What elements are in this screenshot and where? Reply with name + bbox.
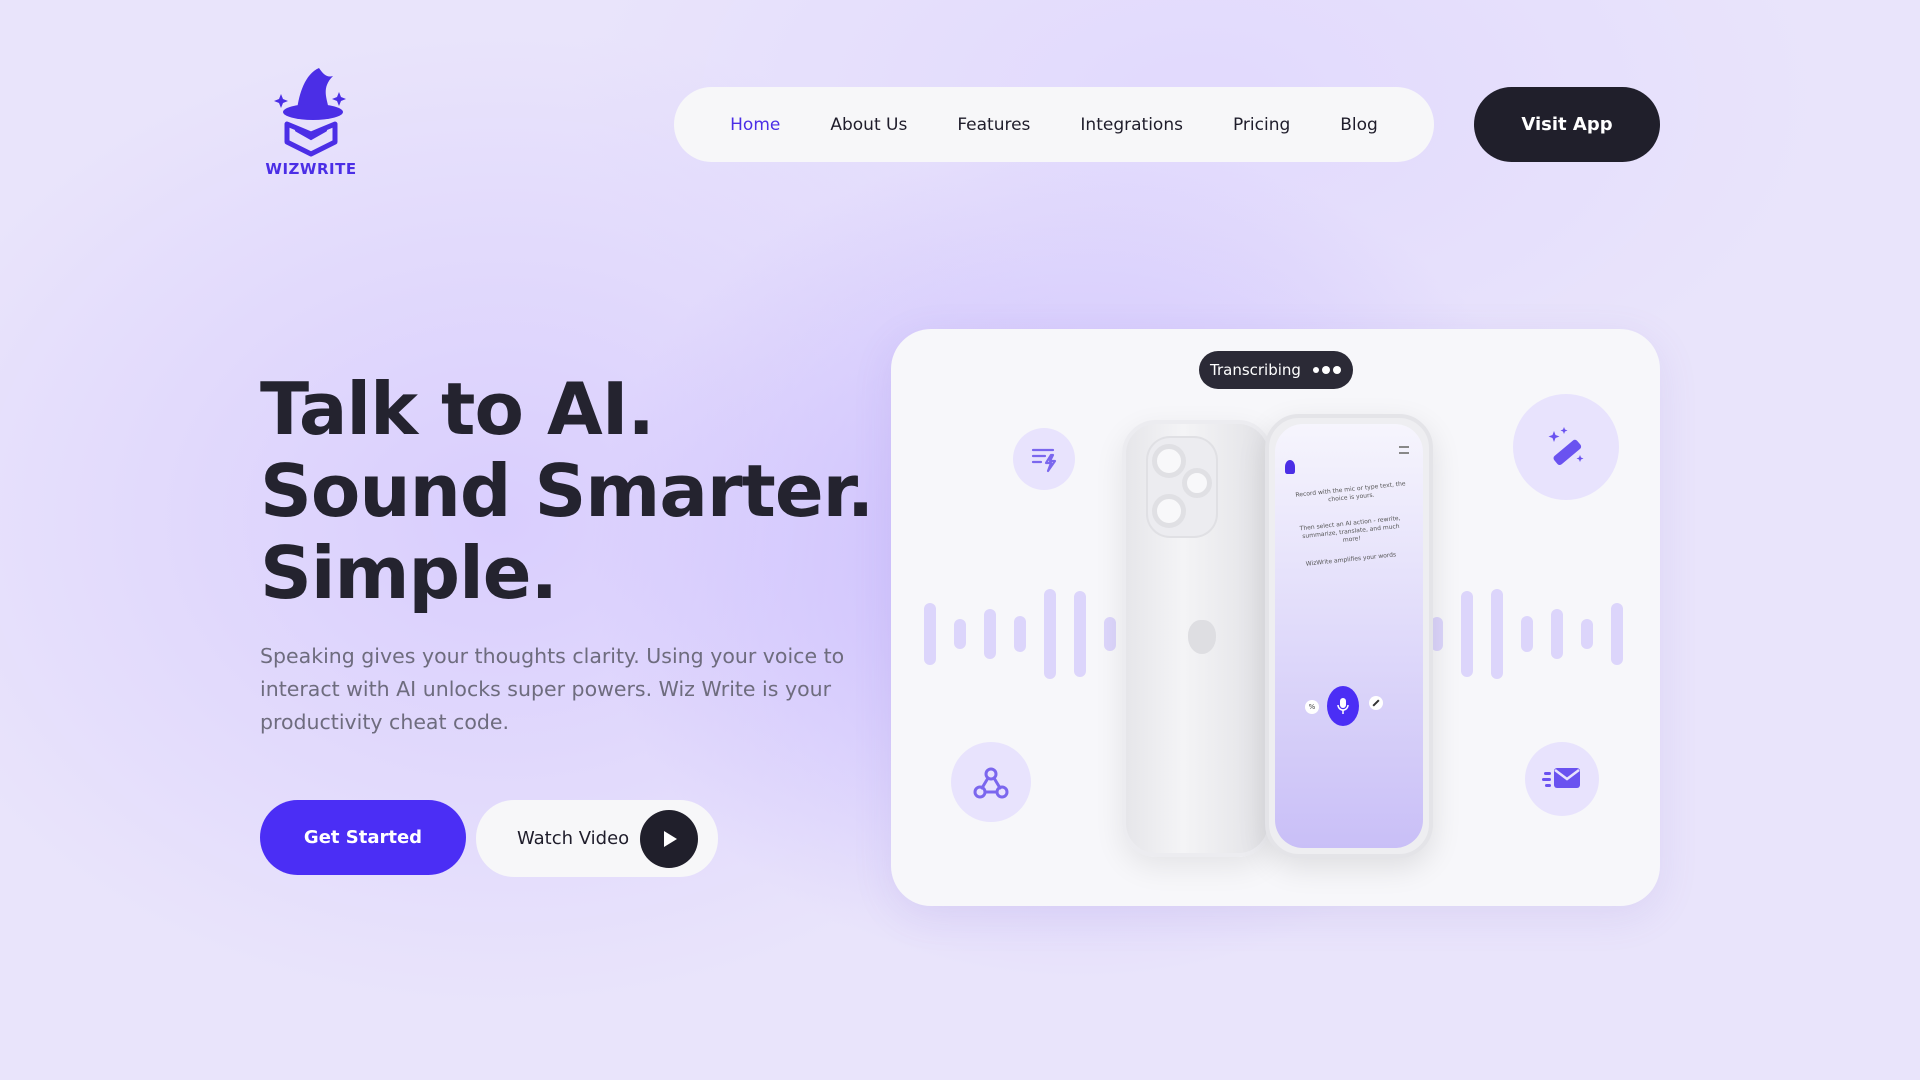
nav-home[interactable]: Home — [705, 115, 805, 135]
phone-text-2: Then select an AI action - rewrite, summ… — [1299, 514, 1401, 544]
phone-screen: Record with the mic or type text, the ch… — [1275, 424, 1423, 848]
hero-title-line: Sound Smarter. — [260, 449, 874, 533]
webhook-icon — [951, 742, 1031, 822]
hero-title-line: Talk to AI. — [260, 367, 655, 451]
fast-mail-icon — [1525, 742, 1599, 816]
sound-bar — [924, 603, 936, 665]
sound-bar — [1014, 616, 1026, 652]
phone-back — [1122, 420, 1272, 857]
microphone-icon — [1337, 698, 1349, 714]
sound-bar — [1521, 616, 1533, 652]
sound-bar — [1074, 591, 1086, 677]
brand-logo[interactable]: WIZWRITE — [264, 64, 358, 184]
sound-bar — [954, 619, 966, 649]
mic-button — [1327, 686, 1359, 726]
camera-lens — [1152, 444, 1186, 478]
typing-dots-icon — [1312, 366, 1341, 374]
brand-name: WIZWRITE — [265, 160, 357, 178]
camera-lens — [1152, 494, 1186, 528]
camera-bump — [1146, 436, 1218, 538]
percent-icon: % — [1305, 700, 1319, 714]
apple-logo-icon — [1188, 620, 1216, 654]
play-icon — [640, 810, 698, 868]
sound-bar — [1461, 591, 1473, 677]
status-pill: Transcribing — [1199, 351, 1353, 389]
magic-wand-icon — [1513, 394, 1619, 500]
phone-front: Record with the mic or type text, the ch… — [1265, 414, 1433, 858]
wizard-app-icon — [1285, 460, 1295, 474]
hero-subtitle: Speaking gives your thoughts clarity. Us… — [260, 644, 845, 734]
sound-bar — [1551, 609, 1563, 659]
get-started-button[interactable]: Get Started — [260, 800, 466, 875]
sound-bar — [1491, 589, 1503, 679]
hero-title: Talk to AI. Sound Smarter. Simple. — [260, 368, 880, 614]
watch-video-label: Watch Video — [517, 828, 630, 849]
sound-bar — [1611, 603, 1623, 665]
sound-bar — [1044, 589, 1056, 679]
sort-lightning-icon — [1013, 428, 1075, 490]
sound-bar — [1581, 619, 1593, 649]
sound-bar — [984, 609, 996, 659]
phone-text-1: Record with the mic or type text, the ch… — [1295, 480, 1406, 504]
phone-text-3: WizWrite amplifies your words — [1305, 551, 1397, 568]
wizard-hat-book-icon — [274, 68, 346, 157]
nav-about-us[interactable]: About Us — [805, 115, 932, 135]
sound-bar — [1104, 617, 1116, 651]
hero-title-line: Simple. — [260, 531, 558, 615]
showcase-card: Transcribing Record with the mic or type… — [891, 329, 1660, 906]
pencil-icon — [1369, 696, 1383, 710]
camera-lens — [1182, 468, 1212, 498]
watch-video-button[interactable]: Watch Video — [476, 800, 718, 877]
main-nav: Home About Us Features Integrations Pric… — [674, 87, 1434, 162]
nav-pricing[interactable]: Pricing — [1208, 115, 1315, 135]
visit-app-button[interactable]: Visit App — [1474, 87, 1660, 162]
status-pill-label: Transcribing — [1210, 361, 1301, 379]
hamburger-menu-icon — [1399, 446, 1409, 454]
nav-integrations[interactable]: Integrations — [1055, 115, 1208, 135]
nav-blog[interactable]: Blog — [1315, 115, 1403, 135]
nav-features[interactable]: Features — [932, 115, 1055, 135]
